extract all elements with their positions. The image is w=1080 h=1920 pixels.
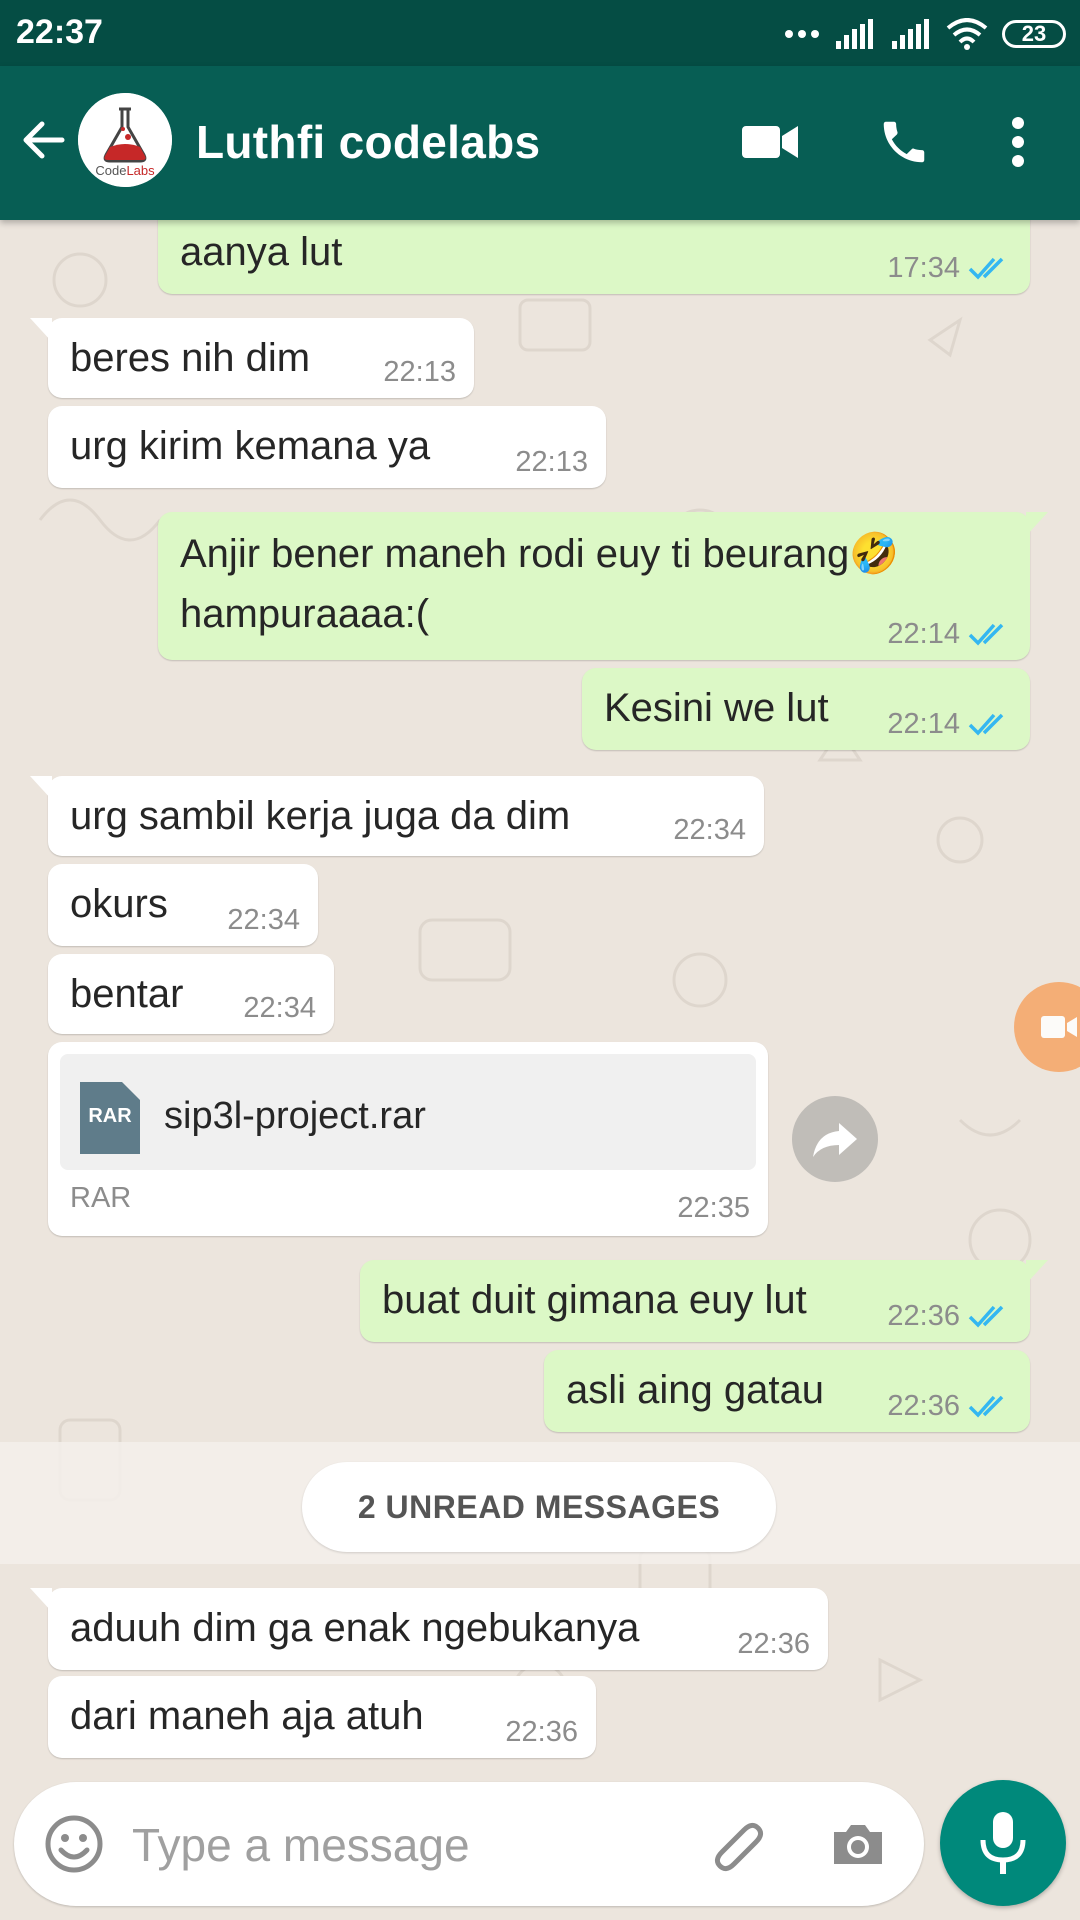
message-input[interactable]: Type a message bbox=[132, 1818, 470, 1872]
message-incoming[interactable]: aduuh dim ga enak ngebukanya 22:36 bbox=[30, 1588, 828, 1670]
more-options-button[interactable] bbox=[986, 110, 1050, 174]
message-incoming[interactable]: beres nih dim 22:13 bbox=[30, 318, 474, 398]
message-incoming[interactable]: dari maneh aja atuh 22:36 bbox=[48, 1676, 596, 1758]
attach-button[interactable] bbox=[706, 1812, 770, 1876]
video-call-button[interactable] bbox=[738, 110, 802, 174]
battery-indicator: 23 bbox=[1002, 20, 1066, 48]
status-time: 22:37 bbox=[16, 13, 103, 51]
message-meta: 17:34 bbox=[887, 252, 1012, 284]
more-notifications-icon bbox=[785, 30, 819, 38]
message-time: 22:36 bbox=[887, 1300, 960, 1332]
contact-avatar[interactable]: CodeLabs bbox=[78, 93, 172, 187]
chat-header: CodeLabs Luthfi codelabs bbox=[0, 66, 1080, 220]
video-camera-icon bbox=[1041, 1016, 1077, 1038]
message-time: 22:34 bbox=[673, 814, 746, 846]
message-time: 22:36 bbox=[505, 1716, 578, 1748]
back-arrow-icon bbox=[23, 121, 65, 159]
double-check-icon bbox=[968, 713, 1004, 736]
message-outgoing[interactable]: aanya lut 17:34 bbox=[158, 220, 1030, 294]
message-time: 17:34 bbox=[887, 252, 960, 284]
wifi-icon bbox=[946, 18, 988, 50]
message-time: 22:35 bbox=[677, 1192, 750, 1224]
message-text: buat duit gimana euy lut bbox=[382, 1278, 807, 1322]
signal-icon bbox=[836, 19, 873, 49]
message-outgoing[interactable]: buat duit gimana euy lut 22:36 bbox=[360, 1260, 1048, 1342]
message-text: aanya lut bbox=[180, 230, 343, 274]
message-text: Kesini we lut bbox=[604, 686, 829, 730]
voice-call-button[interactable] bbox=[872, 110, 936, 174]
message-outgoing[interactable]: Kesini we lut 22:14 bbox=[582, 668, 1030, 750]
svg-text:CodeLabs: CodeLabs bbox=[95, 163, 155, 178]
emoji-icon bbox=[45, 1815, 103, 1873]
message-text: urg sambil kerja juga da dim bbox=[70, 794, 571, 838]
message-incoming[interactable]: bentar 22:34 bbox=[48, 954, 334, 1034]
message-incoming[interactable]: urg kirim kemana ya 22:13 bbox=[48, 406, 606, 488]
message-time: 22:13 bbox=[383, 356, 456, 388]
message-text: aduuh dim ga enak ngebukanya bbox=[70, 1606, 640, 1650]
emoji-button[interactable] bbox=[42, 1812, 106, 1876]
codelabs-logo-icon: CodeLabs bbox=[78, 93, 172, 187]
unread-messages-banner: 2 UNREAD MESSAGES bbox=[302, 1462, 776, 1552]
file-type: RAR bbox=[70, 1182, 132, 1214]
message-time: 22:14 bbox=[887, 618, 960, 650]
camera-icon bbox=[834, 1825, 882, 1864]
message-outgoing[interactable]: Anjir bener maneh rodi euy ti beurang🤣 h… bbox=[158, 512, 1048, 660]
attach-icon bbox=[714, 1822, 764, 1872]
message-composer[interactable]: Type a message bbox=[14, 1782, 924, 1906]
forward-button[interactable] bbox=[792, 1096, 878, 1182]
camera-button[interactable] bbox=[826, 1812, 890, 1876]
message-text: Anjir bener maneh rodi euy ti beurang🤣 h… bbox=[180, 532, 900, 636]
voice-record-button[interactable] bbox=[940, 1780, 1066, 1906]
message-time: 22:36 bbox=[737, 1628, 810, 1660]
message-text: urg kirim kemana ya bbox=[70, 424, 431, 468]
message-time: 22:36 bbox=[887, 1390, 960, 1422]
contact-name[interactable]: Luthfi codelabs bbox=[196, 115, 540, 169]
status-bar: 22:37 23 bbox=[0, 0, 1080, 66]
message-text: okurs bbox=[70, 882, 168, 926]
message-text: bentar bbox=[70, 972, 184, 1016]
double-check-icon bbox=[968, 623, 1004, 646]
file-name: sip3l-project.rar bbox=[164, 1095, 426, 1137]
status-icons: 23 bbox=[784, 14, 1066, 54]
message-outgoing[interactable]: asli aing gatau 22:36 bbox=[544, 1350, 1030, 1432]
message-time: 22:14 bbox=[887, 708, 960, 740]
message-time: 22:13 bbox=[515, 446, 588, 478]
forward-icon bbox=[813, 1123, 857, 1157]
message-text: asli aing gatau bbox=[566, 1368, 824, 1412]
back-button[interactable] bbox=[16, 112, 72, 168]
message-list[interactable]: aanya lut 17:34 beres nih dim 22:13 urg … bbox=[0, 220, 1080, 1780]
phone-icon bbox=[883, 121, 925, 163]
message-text: beres nih dim bbox=[70, 336, 311, 380]
mic-icon bbox=[980, 1812, 1026, 1874]
signal-icon-2 bbox=[892, 19, 929, 49]
message-time: 22:34 bbox=[227, 904, 300, 936]
file-rar-icon: RAR bbox=[80, 1082, 140, 1154]
video-call-icon bbox=[742, 126, 798, 158]
double-check-icon bbox=[968, 257, 1004, 280]
message-incoming[interactable]: urg sambil kerja juga da dim 22:34 bbox=[30, 776, 764, 856]
double-check-icon bbox=[968, 1395, 1004, 1418]
more-vert-icon bbox=[1012, 117, 1024, 167]
file-message[interactable]: RAR sip3l-project.rar RAR 22:35 bbox=[48, 1042, 768, 1236]
message-incoming[interactable]: okurs 22:34 bbox=[48, 864, 318, 946]
file-attachment[interactable]: RAR sip3l-project.rar bbox=[60, 1054, 756, 1170]
message-time: 22:34 bbox=[243, 992, 316, 1024]
double-check-icon bbox=[968, 1305, 1004, 1328]
message-text: dari maneh aja atuh bbox=[70, 1694, 424, 1738]
